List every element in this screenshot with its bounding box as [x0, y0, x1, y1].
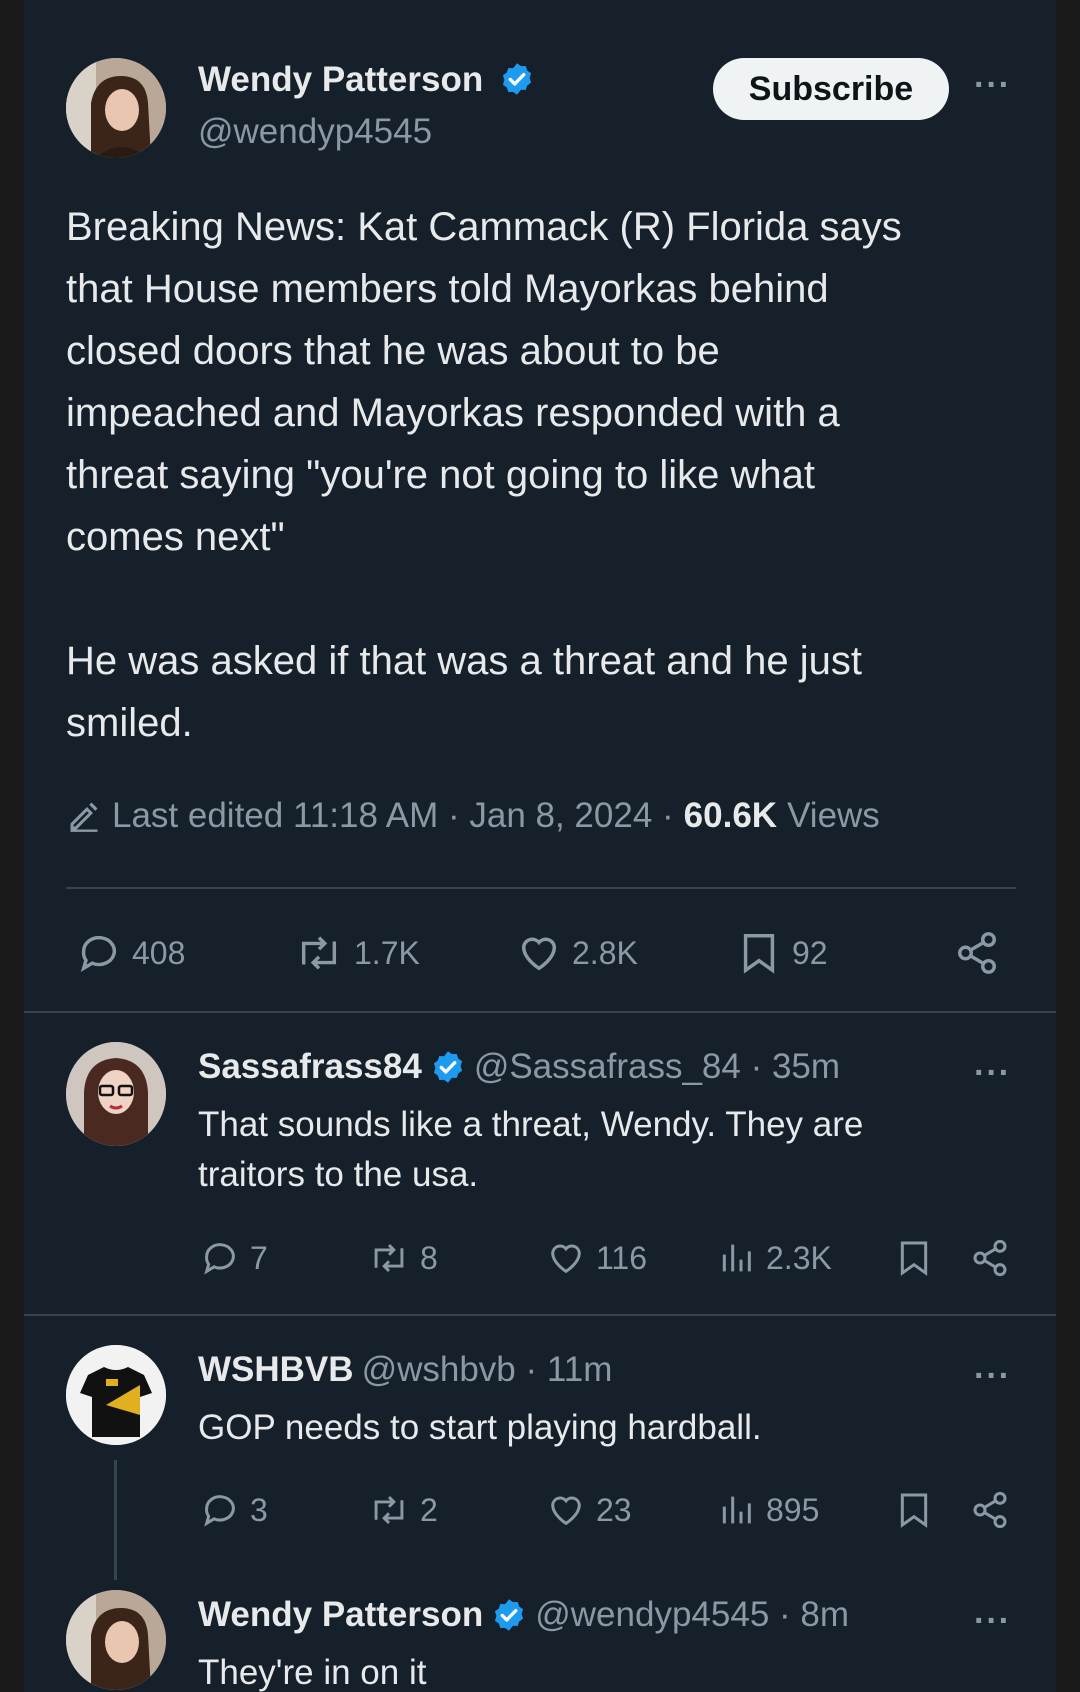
views-count: 60.6K [683, 796, 778, 835]
bookmark-button[interactable] [894, 1238, 934, 1278]
views-count: 895 [766, 1491, 820, 1528]
repost-icon [301, 936, 337, 970]
more-options-icon[interactable]: ··· [974, 1054, 1011, 1093]
views-count: 2.3K [766, 1239, 832, 1276]
analytics-icon [722, 1496, 751, 1524]
avatar-wendy-patterson[interactable] [66, 58, 166, 158]
like-count: 116 [596, 1239, 648, 1276]
reply-button[interactable]: 7 [200, 1238, 268, 1278]
tweet-meta: Last edited 11:18 AM · Jan 8, 2024 · 60.… [66, 796, 880, 836]
share-button[interactable] [970, 1490, 1010, 1530]
avatar-wshbvb[interactable] [66, 1345, 166, 1445]
reply-count: 7 [250, 1239, 268, 1276]
bookmark-icon [900, 1241, 928, 1276]
reply-icon [80, 935, 117, 973]
repost-count: 1.7K [354, 934, 420, 971]
tweet-thread: Wendy Patterson @wendyp4545 Subscribe ··… [24, 0, 1056, 1692]
reply-text: They're in on it [198, 1653, 427, 1692]
like-icon [551, 1496, 581, 1526]
verified-badge-icon [502, 63, 532, 95]
verified-badge-icon [433, 1051, 462, 1083]
like-icon [521, 937, 557, 971]
share-button[interactable] [970, 1238, 1010, 1278]
bookmark-count: 92 [792, 934, 828, 971]
author-name-row: Wendy Patterson [198, 60, 535, 100]
divider [24, 1314, 1056, 1316]
share-icon [973, 1239, 1007, 1277]
repost-button[interactable]: 1.7K [294, 930, 420, 976]
reply-handle-time[interactable]: @wshbvb · 11m [362, 1350, 613, 1390]
reply-author-name[interactable]: WSHBVB [198, 1350, 354, 1390]
reply-text: That sounds like a threat, Wendy. They a… [198, 1105, 864, 1194]
author-handle[interactable]: @wendyp4545 [198, 112, 432, 152]
tweet-text: Breaking News: Kat Cammack (R) Florida s… [66, 205, 902, 745]
views-label: Views [787, 796, 880, 835]
reply-handle-time[interactable]: @wendyp4545 · 8m [535, 1595, 849, 1635]
reply-header: WSHBVB @wshbvb · 11m [198, 1350, 612, 1390]
verified-badge-icon [495, 1599, 524, 1631]
avatar-sassafrass84[interactable] [66, 1042, 166, 1146]
reply-button[interactable]: 3 [200, 1490, 268, 1530]
reply-count: 3 [250, 1491, 268, 1528]
reply-text: GOP needs to start playing hardball. [198, 1408, 762, 1447]
divider [24, 1011, 1056, 1013]
like-button[interactable]: 116 [546, 1238, 647, 1278]
reply-icon [204, 1243, 235, 1275]
repost-count: 2 [420, 1491, 438, 1528]
reply-author-name[interactable]: Sassafrass84 [198, 1047, 422, 1087]
bookmark-button[interactable]: 92 [736, 930, 828, 976]
screen-edge-right [1056, 0, 1080, 1692]
like-count: 23 [596, 1491, 632, 1528]
analytics-icon [722, 1244, 751, 1272]
reply-count: 408 [132, 934, 186, 971]
like-button[interactable]: 23 [546, 1490, 632, 1530]
share-button[interactable] [954, 930, 1000, 976]
repost-icon [374, 1496, 404, 1524]
pencil-icon [70, 802, 98, 832]
repost-count: 8 [420, 1239, 438, 1276]
bookmark-button[interactable] [894, 1490, 934, 1530]
screen-edge-left [0, 0, 24, 1692]
more-options-icon[interactable]: ··· [974, 66, 1011, 105]
reply-button[interactable]: 408 [76, 930, 185, 976]
edited-timestamp[interactable]: Last edited 11:18 AM · Jan 8, 2024 · [112, 796, 674, 836]
share-icon [958, 932, 996, 974]
bookmark-icon [743, 934, 775, 974]
views-button[interactable]: 895 [716, 1490, 819, 1530]
repost-button[interactable]: 8 [368, 1238, 438, 1278]
subscribe-button[interactable]: Subscribe [713, 58, 949, 120]
bookmark-icon [900, 1493, 928, 1528]
author-name[interactable]: Wendy Patterson [198, 60, 483, 99]
like-icon [551, 1244, 581, 1274]
reply-header: Sassafrass84 @Sassafrass_84 · 35m [198, 1047, 840, 1087]
like-button[interactable]: 2.8K [516, 930, 638, 976]
more-options-icon[interactable]: ··· [974, 1602, 1011, 1641]
repost-icon [374, 1244, 404, 1272]
more-options-icon[interactable]: ··· [974, 1357, 1011, 1396]
reply-icon [204, 1495, 235, 1527]
repost-button[interactable]: 2 [368, 1490, 438, 1530]
avatar-wendy-patterson[interactable] [66, 1590, 166, 1690]
reply-author-name[interactable]: Wendy Patterson [198, 1595, 483, 1635]
like-count: 2.8K [572, 934, 638, 971]
share-icon [973, 1491, 1007, 1529]
divider [66, 887, 1016, 889]
thread-connector-line [114, 1460, 117, 1580]
views-button[interactable]: 2.3K [716, 1238, 832, 1278]
reply-header: Wendy Patterson @wendyp4545 · 8m [198, 1595, 849, 1635]
reply-handle-time[interactable]: @Sassafrass_84 · 35m [474, 1047, 840, 1087]
